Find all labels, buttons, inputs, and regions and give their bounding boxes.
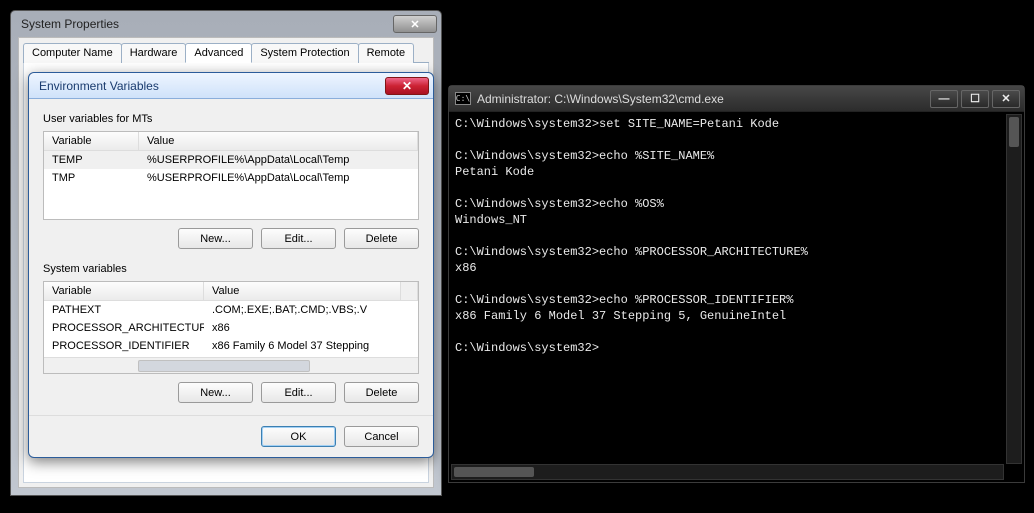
sys-edit-button[interactable]: Edit... bbox=[261, 382, 336, 403]
system-variables-list[interactable]: Variable Value PATHEXT .COM;.EXE;.BAT;.C… bbox=[43, 281, 419, 374]
col-variable[interactable]: Variable bbox=[44, 132, 139, 150]
ok-button[interactable]: OK bbox=[261, 426, 336, 447]
col-variable[interactable]: Variable bbox=[44, 282, 204, 300]
close-icon[interactable]: ✕ bbox=[385, 77, 429, 95]
scrollbar-thumb[interactable] bbox=[1009, 117, 1019, 147]
tab-remote[interactable]: Remote bbox=[358, 43, 415, 63]
cancel-button[interactable]: Cancel bbox=[344, 426, 419, 447]
env-titlebar[interactable]: Environment Variables ✕ bbox=[29, 73, 433, 99]
system-properties-tabs: Computer Name Hardware Advanced System P… bbox=[23, 42, 429, 63]
cmd-output[interactable]: C:\Windows\system32>set SITE_NAME=Petani… bbox=[455, 116, 1018, 356]
sys-new-button[interactable]: New... bbox=[178, 382, 253, 403]
cmd-window: C:\ Administrator: C:\Windows\System32\c… bbox=[448, 85, 1025, 483]
user-delete-button[interactable]: Delete bbox=[344, 228, 419, 249]
cmd-icon: C:\ bbox=[455, 92, 471, 105]
list-item[interactable]: TEMP %USERPROFILE%\AppData\Local\Temp bbox=[44, 151, 418, 169]
close-icon[interactable]: ✕ bbox=[393, 15, 437, 33]
horizontal-scrollbar[interactable] bbox=[44, 357, 418, 373]
tab-advanced[interactable]: Advanced bbox=[185, 43, 252, 63]
col-value[interactable]: Value bbox=[139, 132, 418, 150]
horizontal-scrollbar[interactable] bbox=[451, 464, 1004, 480]
maximize-icon[interactable]: ☐ bbox=[961, 90, 989, 108]
env-title: Environment Variables bbox=[39, 79, 385, 93]
list-item[interactable]: PROCESSOR_IDENTIFIER x86 Family 6 Model … bbox=[44, 337, 418, 355]
system-properties-title: System Properties bbox=[21, 17, 393, 31]
user-variables-list[interactable]: Variable Value TEMP %USERPROFILE%\AppDat… bbox=[43, 131, 419, 220]
close-icon[interactable]: ✕ bbox=[992, 90, 1020, 108]
scrollbar-thumb[interactable] bbox=[138, 360, 310, 372]
list-item[interactable]: PATHEXT .COM;.EXE;.BAT;.CMD;.VBS;.V bbox=[44, 301, 418, 319]
list-item[interactable]: PROCESSOR_ARCHITECTURE x86 bbox=[44, 319, 418, 337]
user-variables-label: User variables for MTs bbox=[43, 113, 419, 125]
user-edit-button[interactable]: Edit... bbox=[261, 228, 336, 249]
vertical-scrollbar[interactable] bbox=[1006, 114, 1022, 464]
cmd-titlebar[interactable]: C:\ Administrator: C:\Windows\System32\c… bbox=[449, 86, 1024, 112]
tab-computer-name[interactable]: Computer Name bbox=[23, 43, 122, 63]
col-value[interactable]: Value bbox=[204, 282, 401, 300]
tab-hardware[interactable]: Hardware bbox=[121, 43, 187, 63]
list-item[interactable]: TMP %USERPROFILE%\AppData\Local\Temp bbox=[44, 169, 418, 187]
system-variables-label: System variables bbox=[43, 263, 419, 275]
cmd-title: Administrator: C:\Windows\System32\cmd.e… bbox=[477, 92, 930, 106]
vscroll-stub bbox=[401, 282, 418, 300]
environment-variables-dialog: Environment Variables ✕ User variables f… bbox=[28, 72, 434, 458]
cmd-body[interactable]: C:\Windows\system32>set SITE_NAME=Petani… bbox=[449, 112, 1024, 482]
sys-delete-button[interactable]: Delete bbox=[344, 382, 419, 403]
tab-system-protection[interactable]: System Protection bbox=[251, 43, 358, 63]
minimize-icon[interactable]: — bbox=[930, 90, 958, 108]
user-new-button[interactable]: New... bbox=[178, 228, 253, 249]
scrollbar-thumb[interactable] bbox=[454, 467, 534, 477]
system-properties-titlebar[interactable]: System Properties ✕ bbox=[11, 11, 441, 37]
